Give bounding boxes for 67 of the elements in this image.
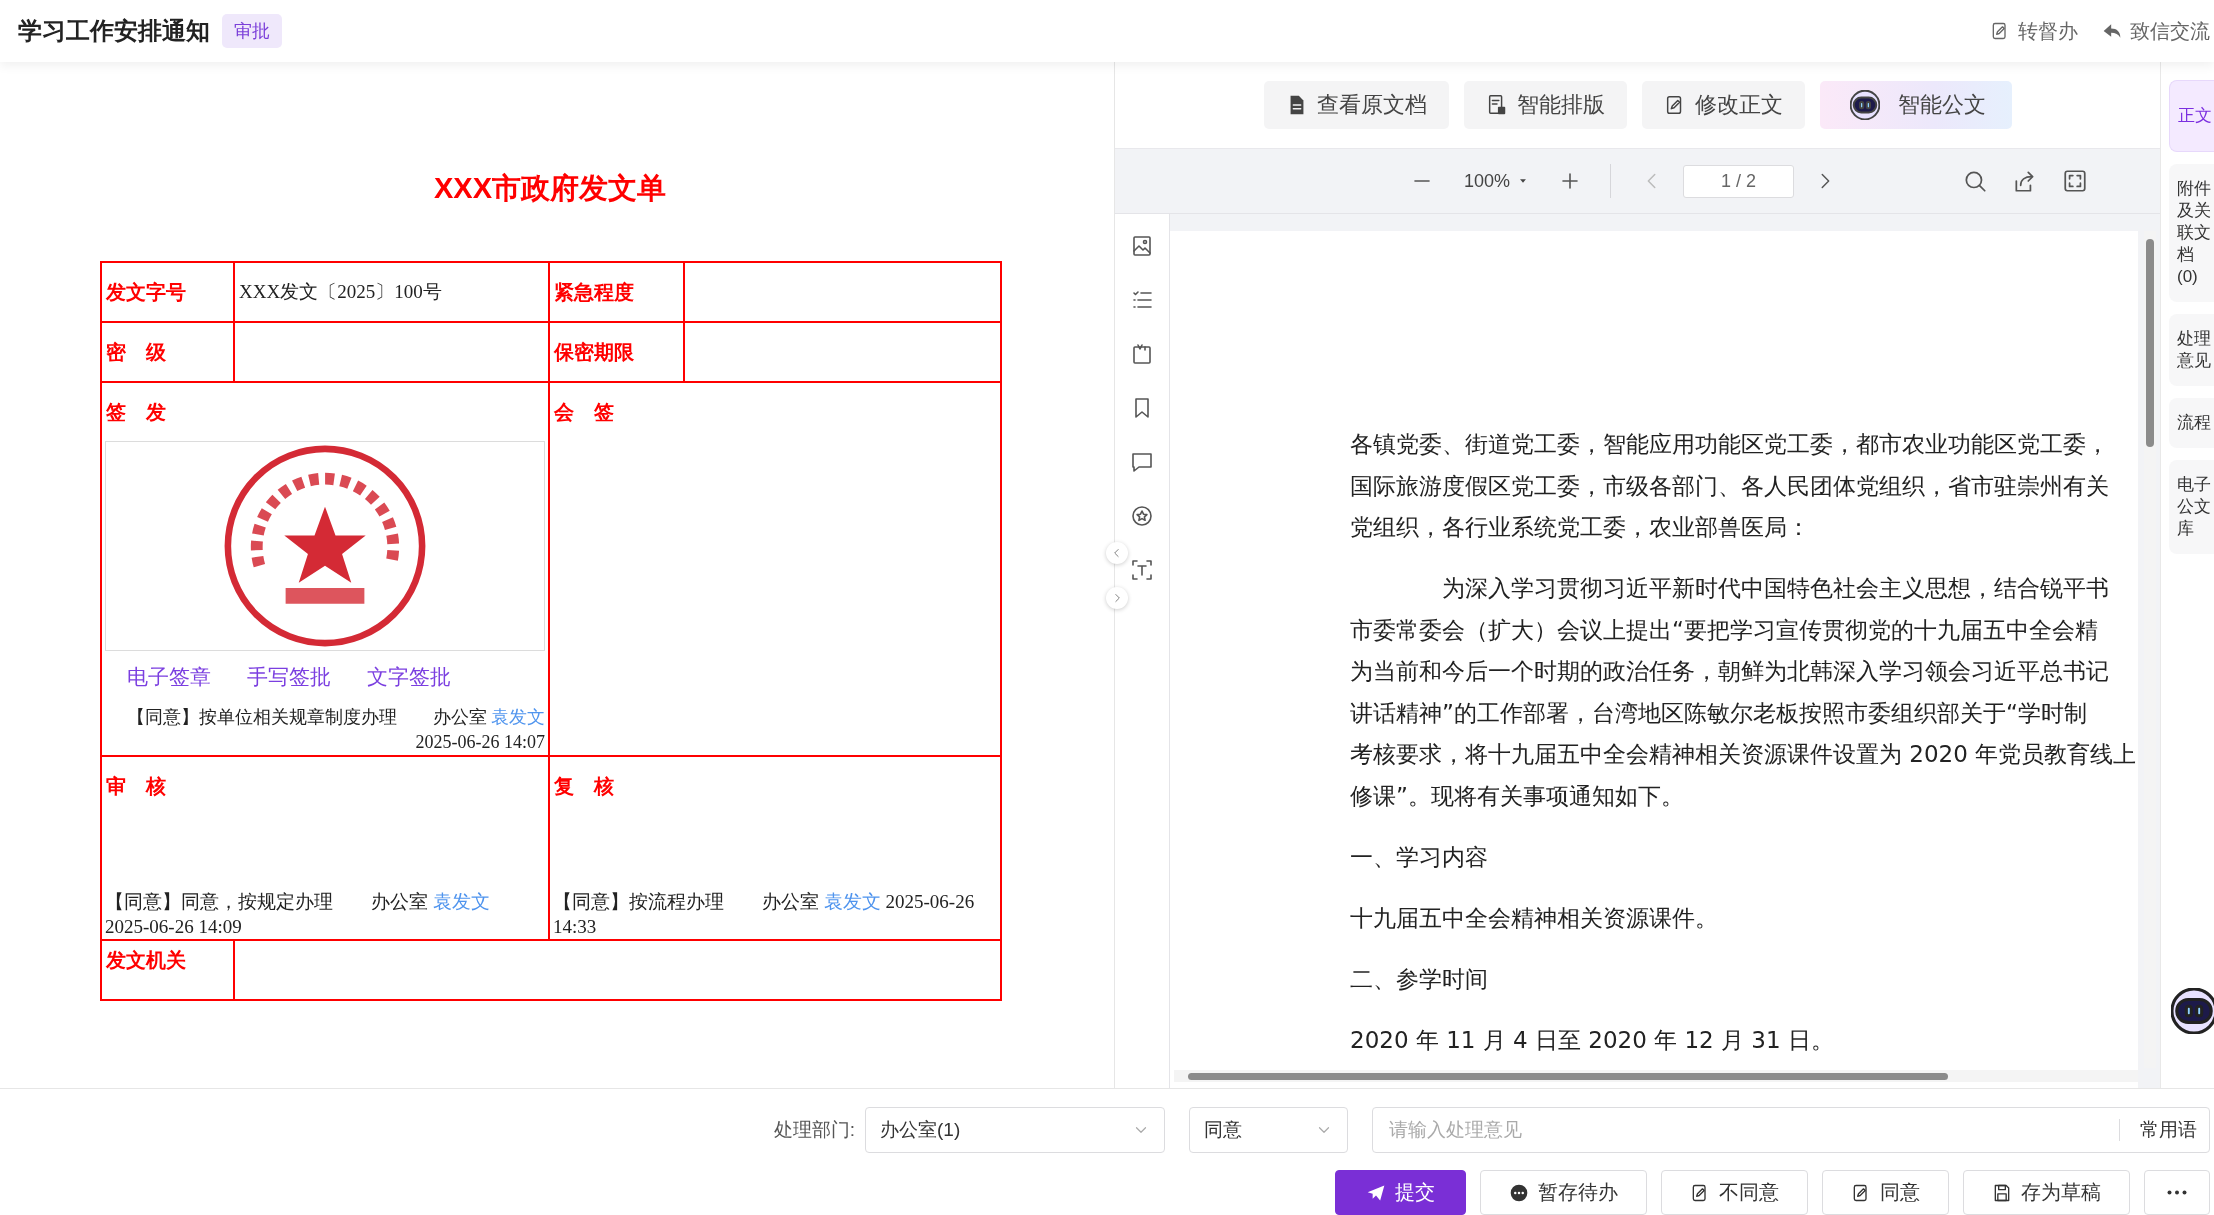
document-text-line: 为深入学习贯彻习近平新时代中国特色社会主义思想，结合锐平书 [1441, 574, 2110, 603]
status-badge: 审批 [222, 14, 282, 48]
zoom-dropdown[interactable]: 100% [1464, 170, 1531, 192]
section-label: 审 核 [105, 774, 167, 799]
field-label: 发文字号 [101, 262, 234, 322]
robot-icon[interactable] [2171, 988, 2214, 1034]
decision-select[interactable]: 同意 [1189, 1107, 1348, 1153]
view-original-button[interactable]: 查看原文档 [1263, 81, 1449, 129]
sidebar-tab[interactable]: 流程 [2169, 398, 2214, 448]
submit-button[interactable]: 提交 [1335, 1170, 1466, 1215]
document-text-line: 一、学习内容 [1350, 842, 1489, 872]
approval-opinion: 【同意】按流程办理 办公室 袁发文 2025-06-26 14:33 [553, 890, 976, 939]
document-text-line: 为当前和今后一个时期的政治任务，朝鲜为北韩深入学习领会习近平总书记 [1350, 657, 2110, 686]
page-number-field[interactable]: 1 / 2 [1683, 164, 1795, 198]
approval-opinion: 【同意】按单位相关规章制度办理 办公室 袁发文 2025-06-26 14:07 [125, 706, 545, 754]
document-text-line: 各镇党委、街道党工委，智能应用功能区党工委，都市农业功能区党工委， [1350, 430, 2110, 459]
opinion-field[interactable]: 请输入处理意见 常用语 [1372, 1107, 2210, 1153]
document-text-line: 讲话精神”的工作部署，台湾地区陈敏尔老板按照市委组织部关于“学时制 [1350, 698, 2088, 728]
document-text-line: 十九届五中全会精神相关资源课件。 [1350, 903, 1719, 933]
sign-option-link[interactable]: 手写签批 [247, 663, 331, 691]
image-icon[interactable] [1130, 234, 1154, 258]
document-text-line: 国际旅游度假区党工委，市级各部门、各人民团体党组织，省市驻崇州有关 [1350, 471, 2110, 501]
form-title: XXX市政府发文单 [433, 171, 667, 206]
section-label: 复 核 [553, 774, 615, 799]
document-text-line: 二、参学时间 [1350, 964, 1489, 994]
field-label: 保密期限 [549, 322, 684, 382]
document-text-line: 2020 年 11 月 4 日至 2020 年 12 月 31 日。 [1350, 1025, 1835, 1055]
star-circle-icon[interactable] [1130, 504, 1154, 528]
horizontal-scrollbar[interactable] [1174, 1070, 2138, 1082]
document-text-line: 考核要求，将十九届五中全会精神相关资源课件设置为 2020 年党员教育线上 [1350, 740, 2138, 769]
save-icon [1992, 1182, 2012, 1203]
edit-text-button[interactable]: 修改正文 [1641, 81, 1805, 129]
field-label: 密 级 [101, 322, 234, 382]
common-phrases-button[interactable]: 常用语 [2119, 1119, 2209, 1141]
sidebar-tab[interactable]: 电子公文库 [2169, 460, 2214, 554]
sidebar-tab[interactable]: 处理意见 [2169, 314, 2214, 386]
field-label: 发文机关 [101, 940, 234, 1000]
smart-document-button[interactable]: 智能公文 [1819, 81, 2012, 129]
disagree-button[interactable]: 不同意 [1661, 1170, 1808, 1215]
approval-opinion: 【同意】同意，按规定办理 办公室 袁发文 2025-06-26 14:09 [105, 890, 491, 939]
department-select[interactable]: 办公室(1) [865, 1107, 1165, 1153]
sign-option-link[interactable]: 文字签批 [367, 663, 451, 691]
section-label: 签 发 [105, 400, 167, 425]
section-label: 会 签 [553, 400, 615, 425]
save-pending-button[interactable]: 暂存待办 [1480, 1170, 1647, 1215]
document-text-line: 市委常委会（扩大）会议上提出“要把学习宣传贯彻党的十九届五中全会精 [1350, 615, 2099, 645]
field-value: XXX发文〔2025〕100号 [239, 281, 442, 302]
save-draft-button[interactable]: 存为草稿 [1963, 1170, 2130, 1215]
clipboard-icon[interactable] [1130, 342, 1154, 366]
field-label: 紧急程度 [549, 262, 684, 322]
more-icon [2167, 1190, 2187, 1195]
comment-icon[interactable] [1130, 450, 1154, 474]
document-text-line: 党组织，各行业系统党工委，农业部兽医局： [1350, 513, 1811, 542]
message-link[interactable]: 致信交流 [2102, 17, 2210, 45]
document-text-line: 修课”。现将有关事项通知如下。 [1350, 781, 1685, 811]
page-title: 学习工作安排通知 [18, 16, 210, 46]
more-circle-icon [1509, 1182, 1529, 1203]
robot-icon [1849, 90, 1880, 120]
sign-option-link[interactable]: 电子签章 [127, 663, 211, 691]
text-select-icon[interactable] [1130, 558, 1154, 582]
agree-button[interactable]: 同意 [1822, 1170, 1949, 1215]
sidebar-tab[interactable]: 附件及关联文档(0) [2169, 164, 2214, 302]
fullscreen-icon[interactable] [2062, 168, 2088, 194]
sidebar-tab[interactable]: 正文 [2169, 80, 2214, 152]
smart-layout-button[interactable]: 智能排版 [1463, 81, 1627, 129]
transfer-link[interactable]: 转督办 [1990, 17, 2078, 45]
department-label: 处理部门: [773, 1118, 855, 1142]
